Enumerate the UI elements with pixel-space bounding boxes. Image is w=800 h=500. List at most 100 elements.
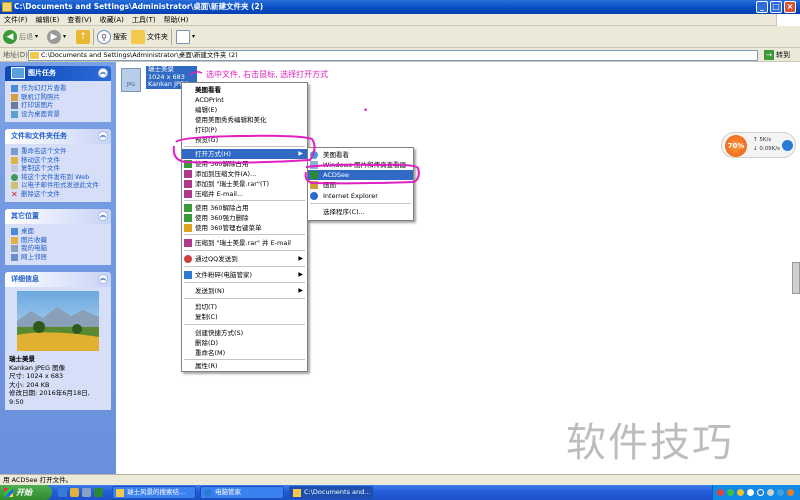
menu-item-meitu-edit[interactable]: 使用美图秀秀编辑和美化 bbox=[182, 115, 307, 125]
menu-item-add-archive[interactable]: 添加到压缩文件(A)... bbox=[182, 169, 307, 179]
delete-icon: ✕ bbox=[11, 189, 18, 199]
menu-item-360-unlock[interactable]: 使用 360解除占用 bbox=[182, 159, 307, 169]
submenu-item-acdsee[interactable]: ACDSee bbox=[308, 170, 413, 180]
tray-icon-shield[interactable] bbox=[757, 489, 764, 496]
task-email[interactable]: 以电子邮件形式发送此文件 bbox=[11, 181, 107, 190]
submenu-item-choose-program[interactable]: 选择程序(C)... bbox=[308, 207, 413, 217]
menu-item-edit[interactable]: 编辑(E) bbox=[182, 105, 307, 115]
collapse-icon[interactable]: ︽ bbox=[98, 211, 108, 221]
start-button[interactable]: 开始 bbox=[0, 485, 52, 500]
task-order-prints[interactable]: 联机订购照片 bbox=[11, 93, 107, 102]
menu-item-delete[interactable]: 删除(D) bbox=[182, 338, 307, 348]
menu-item-360-unlock-2[interactable]: 使用 360解除占用 bbox=[182, 203, 307, 213]
tray-icon-yellow[interactable] bbox=[737, 489, 744, 496]
file-tasks-title: 文件和文件夹任务 bbox=[11, 132, 67, 140]
task-copy[interactable]: 复制这个文件 bbox=[11, 164, 107, 173]
up-folder-button[interactable]: ↑ bbox=[76, 29, 90, 45]
menu-item-rename[interactable]: 重命名(M) bbox=[182, 348, 307, 358]
other-places-title: 其它位置 bbox=[11, 212, 39, 220]
tray-icon-green[interactable] bbox=[727, 489, 734, 496]
taskbar-item-pc-manager[interactable]: 电脑管家 bbox=[200, 486, 284, 499]
go-button[interactable]: → 转到 bbox=[764, 49, 790, 61]
other-places-header[interactable]: 其它位置 ︽ bbox=[5, 209, 111, 224]
accelerate-icon[interactable] bbox=[782, 140, 793, 151]
menu-item-properties[interactable]: 属性(R) bbox=[182, 361, 307, 371]
minimize-button[interactable]: _ bbox=[756, 1, 768, 13]
task-label: 联机订购照片 bbox=[21, 92, 60, 101]
menu-tools[interactable]: 工具(T) bbox=[128, 14, 160, 26]
picture-tasks-header[interactable]: 图片任务 ︽ bbox=[5, 66, 111, 81]
taskbar-item-search[interactable]: 瑞士风景的搜索结... bbox=[112, 486, 196, 499]
file-tasks-header[interactable]: 文件和文件夹任务 ︽ bbox=[5, 129, 111, 144]
quicklaunch-ie-icon[interactable] bbox=[58, 488, 67, 497]
context-menu: 美图看看 ACDPrint 编辑(E) 使用美图秀秀编辑和美化 打印(P) 预览… bbox=[181, 82, 308, 372]
menu-item-preview[interactable]: 预览(G) bbox=[182, 135, 307, 145]
task-move[interactable]: 移动这个文件 bbox=[11, 156, 107, 165]
network-speed-widget[interactable]: 70% ↑ 5K/s ↓ 0.09K/s bbox=[721, 132, 796, 158]
menu-item-add-rar[interactable]: 添加到 "瑞士美景.rar"(T) bbox=[182, 179, 307, 189]
maximize-button[interactable]: □ bbox=[770, 1, 782, 13]
menu-item-acdprint[interactable]: ACDPrint bbox=[182, 95, 307, 105]
views-button[interactable]: ▾ bbox=[176, 29, 195, 45]
menu-item-shred[interactable]: 文件粉碎(电脑管家) ▶ bbox=[182, 270, 307, 280]
place-desktop[interactable]: 桌面 bbox=[11, 227, 107, 236]
menu-item-open-with[interactable]: 打开方式(H) ▶ bbox=[182, 149, 307, 159]
menu-view[interactable]: 查看(V) bbox=[63, 14, 95, 26]
menu-item-360-manage[interactable]: 使用 360管理右键菜单 bbox=[182, 223, 307, 233]
menu-item-print[interactable]: 打印(P) bbox=[182, 125, 307, 135]
place-network[interactable]: 网上邻居 bbox=[11, 253, 107, 262]
submenu-item-paint[interactable]: 画图 bbox=[308, 180, 413, 190]
submenu-label: 画图 bbox=[323, 181, 336, 189]
close-button[interactable]: × bbox=[784, 1, 796, 13]
task-delete[interactable]: ✕ 删除这个文件 bbox=[11, 190, 107, 199]
menu-label: 使用 360管理右键菜单 bbox=[195, 224, 262, 232]
menu-help[interactable]: 帮助(H) bbox=[160, 14, 193, 26]
submenu-item-windows-viewer[interactable]: Windows 图片和传真查看器 bbox=[308, 160, 413, 170]
address-input[interactable]: C:\Documents and Settings\Administrator\… bbox=[28, 50, 758, 61]
tray-icon-network[interactable] bbox=[777, 489, 784, 496]
submenu-item-meitu[interactable]: 美图看看 bbox=[308, 150, 413, 160]
menu-item-cut[interactable]: 剪切(T) bbox=[182, 302, 307, 312]
collapse-icon[interactable]: ︽ bbox=[98, 131, 108, 141]
tray-icon-orange[interactable] bbox=[787, 489, 794, 496]
task-label: 删除这个文件 bbox=[21, 189, 60, 198]
menu-item-meitu-view[interactable]: 美图看看 bbox=[182, 85, 307, 95]
menu-edit[interactable]: 编辑(E) bbox=[32, 14, 64, 26]
details-header[interactable]: 详细信息 ︽ bbox=[5, 272, 111, 287]
back-button[interactable]: ◀ 后退 ▾ bbox=[3, 29, 38, 45]
desktop-icon bbox=[11, 228, 18, 235]
task-publish-web[interactable]: 将这个文件发布到 Web bbox=[11, 173, 107, 182]
forward-button[interactable]: ▶ ▾ bbox=[47, 29, 66, 45]
menu-item-send-to[interactable]: 发送到(N) ▶ bbox=[182, 286, 307, 296]
menu-item-compress-rar-email[interactable]: 压缩到 "瑞士美景.rar" 并 E-mail bbox=[182, 238, 307, 248]
collapse-icon[interactable]: ︽ bbox=[98, 68, 108, 78]
taskbar-item-explorer[interactable]: C:\Documents and... bbox=[289, 486, 373, 499]
system-tray bbox=[712, 485, 800, 500]
quicklaunch-desktop-icon[interactable] bbox=[82, 488, 91, 497]
menu-item-create-shortcut[interactable]: 创建快捷方式(S) bbox=[182, 328, 307, 338]
tray-icon-red[interactable] bbox=[717, 489, 724, 496]
task-set-background[interactable]: 设为桌面背景 bbox=[11, 110, 107, 119]
search-button[interactable]: ⚲ 搜索 bbox=[97, 29, 127, 45]
menu-item-copy[interactable]: 复制(C) bbox=[182, 312, 307, 322]
tray-icon-white[interactable] bbox=[747, 489, 754, 496]
quicklaunch-folder-icon[interactable] bbox=[70, 488, 79, 497]
scrollbar-thumb[interactable] bbox=[792, 262, 800, 294]
submenu-item-ie[interactable]: Internet Explorer bbox=[308, 191, 413, 201]
tray-icon-volume[interactable] bbox=[767, 489, 774, 496]
task-print-picture[interactable]: 打印该图片 bbox=[11, 101, 107, 110]
menu-item-compress-email[interactable]: 压缩并 E-mail... bbox=[182, 189, 307, 199]
folders-button[interactable]: 文件夹 bbox=[131, 29, 168, 45]
menu-item-360-force-delete[interactable]: 使用 360强力删除 bbox=[182, 213, 307, 223]
place-my-pictures[interactable]: 图片收藏 bbox=[11, 236, 107, 245]
task-rename[interactable]: 重命名这个文件 bbox=[11, 147, 107, 156]
menu-item-send-qq[interactable]: 通过QQ发送到 ▶ bbox=[182, 254, 307, 264]
menu-file[interactable]: 文件(F) bbox=[0, 14, 32, 26]
window-titlebar[interactable]: C:\Documents and Settings\Administrator\… bbox=[0, 0, 800, 14]
task-slideshow[interactable]: 作为幻灯片查看 bbox=[11, 84, 107, 93]
collapse-icon[interactable]: ︽ bbox=[98, 274, 108, 284]
quicklaunch-app-icon[interactable] bbox=[94, 488, 103, 497]
place-my-computer[interactable]: 我的电脑 bbox=[11, 244, 107, 253]
menu-separator bbox=[184, 266, 305, 267]
menu-favorites[interactable]: 收藏(A) bbox=[96, 14, 128, 26]
